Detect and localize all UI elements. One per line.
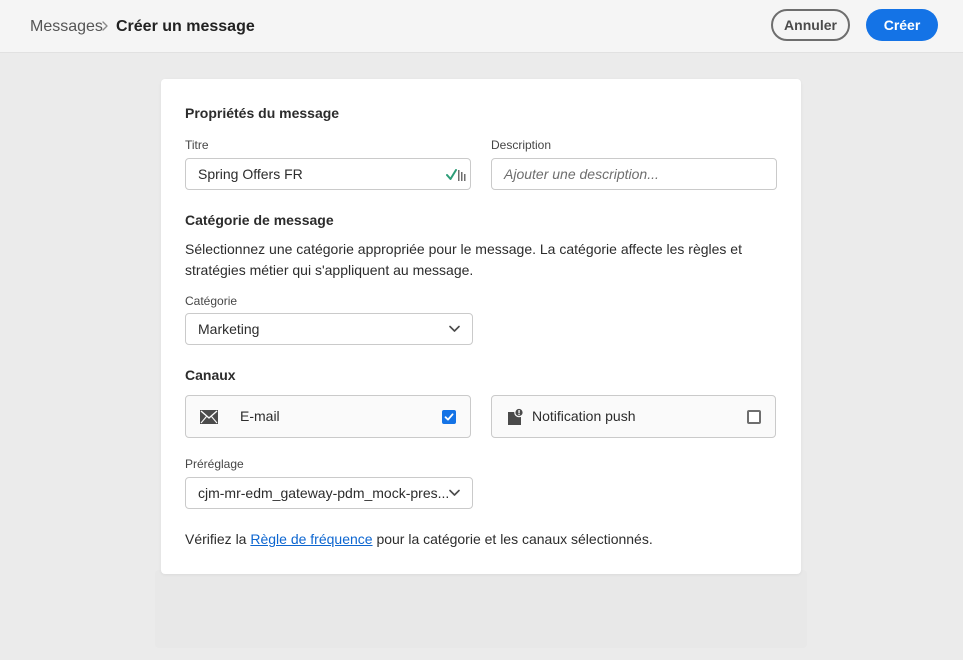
category-label: Catégorie <box>185 294 238 308</box>
section-title-properties: Propriétés du message <box>185 105 340 121</box>
preset-select[interactable]: cjm-mr-edm_gateway-pdm_mock-pres... <box>185 477 473 509</box>
description-input[interactable]: Ajouter une description... <box>491 158 777 190</box>
frequency-rule-link[interactable]: Règle de fréquence <box>250 531 372 547</box>
category-selected-value: Marketing <box>198 321 260 337</box>
description-placeholder: Ajouter une description... <box>504 166 659 182</box>
frequency-note-prefix: Vérifiez la <box>185 531 247 547</box>
title-label: Titre <box>185 138 209 152</box>
page-title: Créer un message <box>116 18 255 35</box>
email-checkbox[interactable] <box>442 410 456 424</box>
cancel-button[interactable]: Annuler <box>771 9 850 41</box>
preset-selected-value: cjm-mr-edm_gateway-pdm_mock-pres... <box>198 485 450 501</box>
section-title-category: Catégorie de message <box>185 212 334 228</box>
breadcrumb-messages[interactable]: Messages <box>30 18 103 36</box>
checkmark-icon <box>444 413 454 421</box>
message-form-card: Propriétés du message Titre Spring Offer… <box>161 79 801 574</box>
channel-email-label: E-mail <box>240 408 280 424</box>
title-value: Spring Offers FR <box>198 166 303 182</box>
channel-push[interactable]: Notification push <box>491 395 776 438</box>
push-notification-icon <box>508 408 524 425</box>
valid-check-icon <box>446 169 466 181</box>
channel-push-label: Notification push <box>532 408 636 424</box>
chevron-down-icon <box>449 489 460 496</box>
category-select[interactable]: Marketing <box>185 313 473 345</box>
frequency-rule-note: Vérifiez la Règle de fréquence pour la c… <box>185 531 653 547</box>
category-help-text: Sélectionnez une catégorie appropriée po… <box>185 241 742 278</box>
description-label: Description <box>491 138 552 152</box>
frequency-note-suffix: pour la catégorie et les canaux sélectio… <box>376 531 653 547</box>
create-button[interactable]: Créer <box>866 9 938 41</box>
preset-label: Préréglage <box>185 457 244 471</box>
chevron-right-icon <box>102 21 108 31</box>
section-title-channels: Canaux <box>185 367 236 383</box>
mail-icon <box>200 410 218 424</box>
background-card <box>155 570 807 648</box>
title-input[interactable]: Spring Offers FR <box>185 158 471 190</box>
top-bar: Messages Créer un message Annuler Créer <box>0 0 963 53</box>
chevron-down-icon <box>449 325 460 332</box>
push-checkbox[interactable] <box>747 410 761 424</box>
channel-email[interactable]: E-mail <box>185 395 471 438</box>
